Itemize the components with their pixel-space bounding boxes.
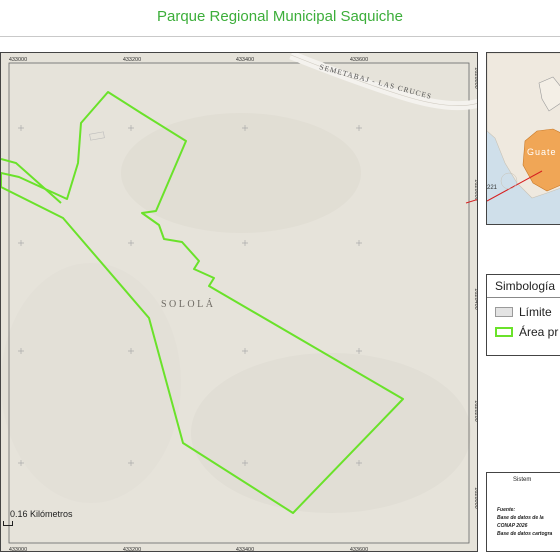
- legend-item-label: Límite: [519, 305, 552, 319]
- main-map[interactable]: SEMETABAJ - LAS CRUCES 433000 433200 433…: [0, 52, 478, 552]
- inset-canvas: Guate 221: [487, 53, 560, 224]
- x-tick-label-bottom: 433400: [236, 547, 254, 552]
- x-tick-label-bottom: 433600: [350, 547, 368, 552]
- y-tick-label: 1628000: [473, 487, 478, 508]
- place-label: SOLOLÁ: [161, 298, 215, 310]
- coordinate-system-label: Sistem: [513, 477, 532, 483]
- y-tick-label: 1628600: [473, 179, 478, 200]
- x-tick-label-top: 433200: [123, 57, 141, 63]
- map-canvas[interactable]: SEMETABAJ - LAS CRUCES 433000 433200 433…: [1, 53, 478, 552]
- inset-label: Guate: [527, 147, 557, 157]
- source-line: CONAP 2026: [497, 523, 528, 529]
- legend-item-area: Área pr: [495, 325, 558, 341]
- x-tick-label-bottom: 433000: [9, 547, 27, 552]
- inset-map[interactable]: Guate 221: [486, 52, 560, 225]
- x-tick-label-top: 433600: [350, 57, 368, 63]
- title-divider: [0, 36, 560, 37]
- legend: Simbología Límite Área pr: [486, 274, 560, 356]
- x-tick-label-top: 433000: [9, 57, 27, 63]
- scale-bar: [3, 521, 13, 526]
- sources-box: Sistem Fuente: Base de datos de la CONAP…: [486, 472, 560, 552]
- legend-title: Simbología: [495, 279, 556, 293]
- y-tick-label: 1628400: [473, 288, 478, 309]
- hillshade: [121, 113, 361, 233]
- source-line: Base de datos cartogra: [497, 531, 553, 537]
- limit-swatch-icon: [495, 307, 513, 317]
- y-tick-label: 1628200: [473, 400, 478, 421]
- area-swatch-icon: [495, 327, 513, 337]
- hillshade: [191, 353, 471, 513]
- x-tick-label-bottom: 433200: [123, 547, 141, 552]
- route-label: 221: [487, 185, 498, 191]
- x-tick-label-top: 433400: [236, 57, 254, 63]
- scale-label: 0.16 Kilómetros: [10, 509, 73, 519]
- source-line: Fuente:: [497, 507, 516, 513]
- map-title: Parque Regional Municipal Saquiche: [157, 8, 403, 25]
- legend-item-limite: Límite: [495, 305, 552, 321]
- hillshade: [1, 263, 181, 503]
- y-tick-label: 1628800: [473, 67, 478, 88]
- legend-item-label: Área pr: [519, 325, 559, 339]
- source-line: Base de datos de la: [497, 515, 544, 521]
- legend-divider: [487, 297, 560, 298]
